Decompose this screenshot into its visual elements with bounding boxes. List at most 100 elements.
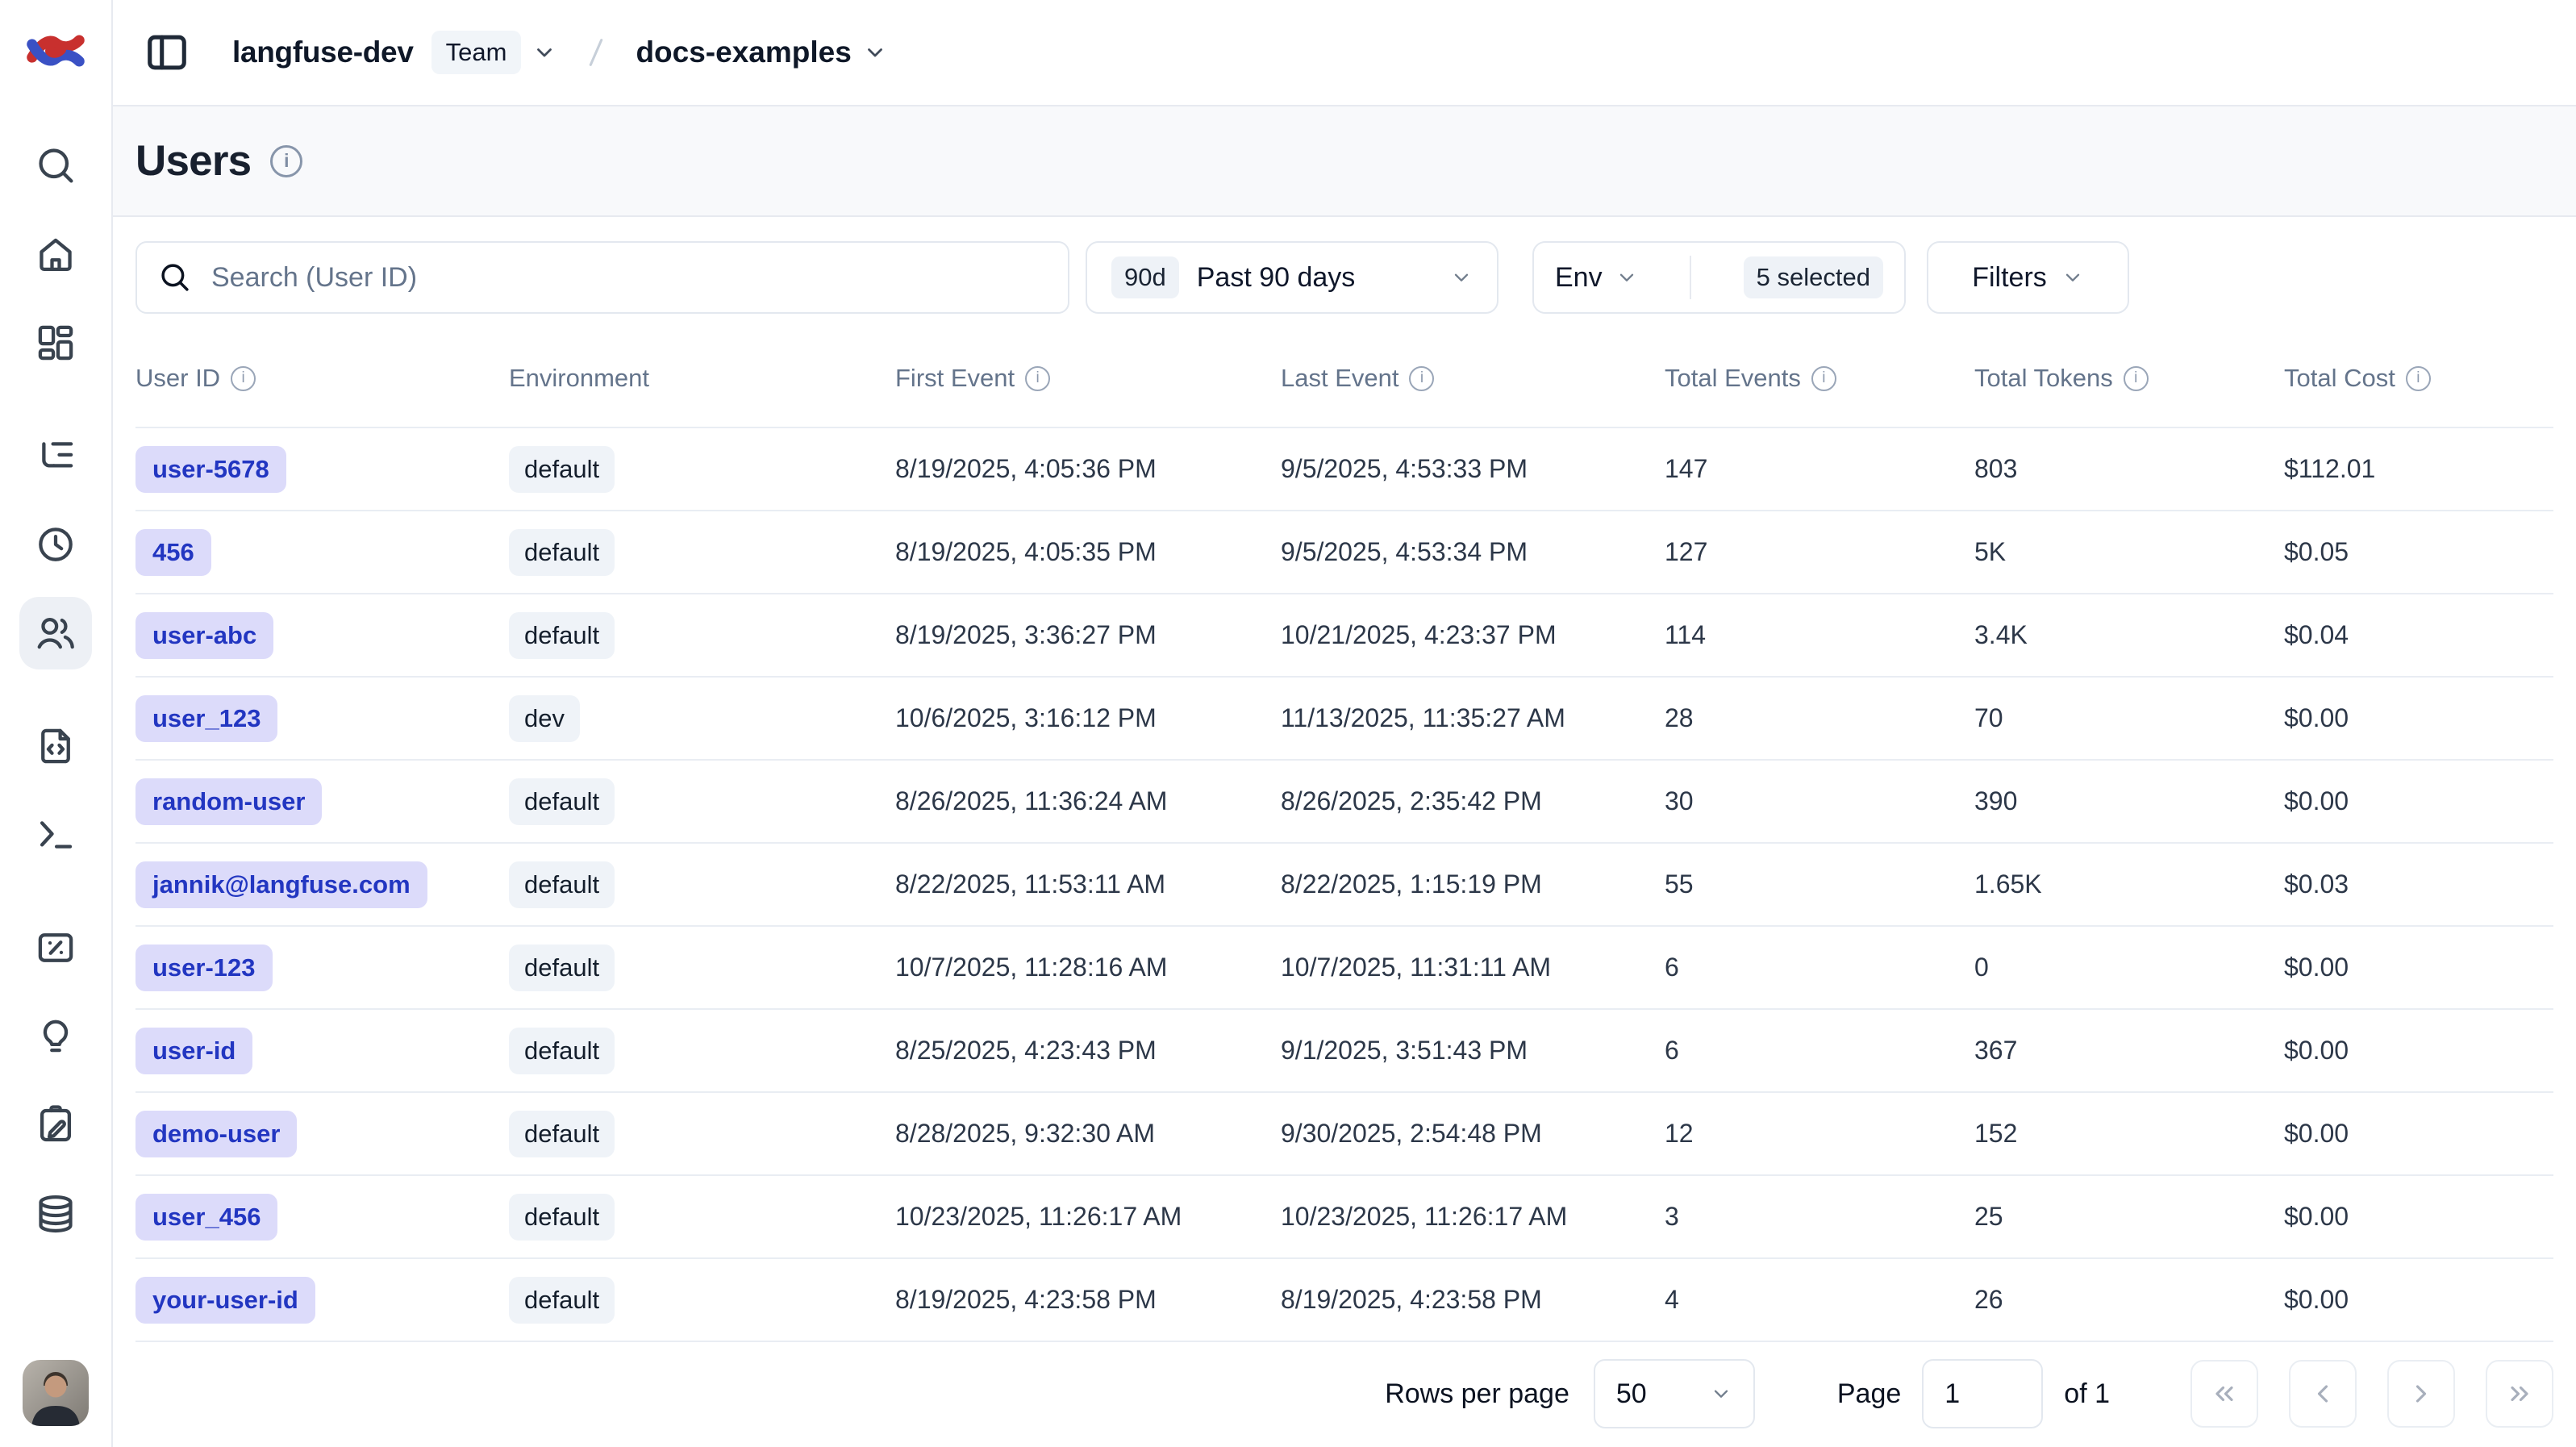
toolbar: 90d Past 90 days Env 5 selected Filters [113,217,2576,314]
previous-page-button[interactable] [2289,1360,2357,1428]
total-cost-cell: $0.00 [2284,953,2553,982]
users-icon [34,611,77,655]
user-id-link[interactable]: user-5678 [135,446,286,493]
date-range-button[interactable]: 90d Past 90 days [1086,241,1498,314]
rows-per-page-value: 50 [1616,1378,1647,1410]
next-page-button[interactable] [2387,1360,2455,1428]
first-event-cell: 8/19/2025, 4:05:35 PM [895,537,1281,567]
search-box[interactable] [135,241,1069,314]
sidebar-item-tracing[interactable] [19,419,92,492]
sidebar-item-dashboards[interactable] [19,306,92,379]
chevron-down-icon [863,40,887,65]
sidebar-item-home[interactable] [19,218,92,290]
last-page-button[interactable] [2486,1360,2553,1428]
sidebar-item-evaluation[interactable] [19,1000,92,1073]
sidebar-item-annotation[interactable] [19,1089,92,1161]
user-id-link[interactable]: user_123 [135,695,277,742]
total-events-cell: 12 [1665,1119,1974,1149]
table-row[interactable]: user_123 dev 10/6/2025, 3:16:12 PM 11/13… [135,678,2553,761]
user-id-link[interactable]: jannik@langfuse.com [135,861,427,908]
sidebar-toggle-button[interactable] [144,29,190,76]
table-row[interactable]: demo-user default 8/28/2025, 9:32:30 AM … [135,1093,2553,1176]
chevrons-right-icon [2505,1379,2534,1408]
search-icon [158,261,192,294]
sidebar-item-prompts[interactable] [19,710,92,782]
user-id-link[interactable]: user-id [135,1028,252,1074]
environment-badge: default [509,1028,615,1074]
chevron-down-icon [2061,266,2084,289]
table-row[interactable]: user_456 default 10/23/2025, 11:26:17 AM… [135,1176,2553,1259]
first-event-cell: 10/23/2025, 11:26:17 AM [895,1202,1281,1232]
total-events-cell: 3 [1665,1202,1974,1232]
project-switcher-button[interactable] [863,40,887,65]
search-input[interactable] [210,261,1047,294]
info-icon[interactable]: i [1811,366,1836,391]
column-header-environment[interactable]: Environment [509,364,895,393]
table-row[interactable]: 456 default 8/19/2025, 4:05:35 PM 9/5/20… [135,511,2553,594]
users-table: User IDi Environment First Eventi Last E… [113,330,2576,1342]
environment-filter-button[interactable]: Env 5 selected [1532,241,1906,314]
table-row[interactable]: user-id default 8/25/2025, 4:23:43 PM 9/… [135,1010,2553,1093]
total-tokens-cell: 367 [1974,1036,2284,1065]
datasets-database-icon [34,1192,77,1236]
breadcrumb-org-name[interactable]: langfuse-dev [232,35,414,69]
table-row[interactable]: your-user-id default 8/19/2025, 4:23:58 … [135,1259,2553,1342]
first-event-cell: 10/6/2025, 3:16:12 PM [895,703,1281,733]
column-header-total-tokens[interactable]: Total Tokensi [1974,364,2284,393]
user-id-link[interactable]: random-user [135,778,322,825]
sidebar-item-playground[interactable] [19,799,92,871]
page-header: Users i [113,106,2576,217]
chevron-down-icon [1615,266,1638,289]
first-page-button[interactable] [2190,1360,2258,1428]
user-id-link[interactable]: your-user-id [135,1277,315,1324]
last-event-cell: 9/30/2025, 2:54:48 PM [1281,1119,1665,1149]
environment-badge: default [509,945,615,991]
sidebar-item-scores[interactable] [19,911,92,984]
pagination-controls [2190,1360,2553,1428]
table-row[interactable]: jannik@langfuse.com default 8/22/2025, 1… [135,844,2553,927]
sidebar-item-search[interactable] [19,129,92,202]
langfuse-logo[interactable] [24,19,87,82]
table-row[interactable]: user-123 default 10/7/2025, 11:28:16 AM … [135,927,2553,1010]
column-header-user-id[interactable]: User IDi [135,364,509,393]
column-header-first-event[interactable]: First Eventi [895,364,1281,393]
home-icon [34,232,77,276]
environment-badge: dev [509,695,580,742]
dashboard-icon [34,321,77,365]
column-header-total-events[interactable]: Total Eventsi [1665,364,1974,393]
sidebar-item-sessions[interactable] [19,508,92,581]
table-row[interactable]: user-abc default 8/19/2025, 3:36:27 PM 1… [135,594,2553,678]
org-type-badge: Team [431,31,522,74]
rows-per-page-select[interactable]: 50 [1594,1359,1755,1428]
total-tokens-cell: 5K [1974,537,2284,567]
org-switcher-button[interactable] [532,40,556,65]
column-header-total-cost[interactable]: Total Costi [2284,364,2553,393]
table-row[interactable]: random-user default 8/26/2025, 11:36:24 … [135,761,2553,844]
user-id-link[interactable]: demo-user [135,1111,297,1157]
user-id-link[interactable]: 456 [135,529,211,576]
user-id-link[interactable]: user_456 [135,1194,277,1241]
info-icon[interactable]: i [1025,366,1050,391]
total-events-cell: 28 [1665,703,1974,733]
page-title-info-icon[interactable]: i [270,145,302,177]
info-icon[interactable]: i [2124,366,2149,391]
sidebar-item-datasets[interactable] [19,1178,92,1250]
breadcrumb-project-name[interactable]: docs-examples [636,35,851,69]
user-avatar[interactable] [23,1360,89,1426]
panel-left-icon [144,29,190,76]
total-cost-cell: $112.01 [2284,454,2553,484]
info-icon[interactable]: i [2406,366,2431,391]
column-header-last-event[interactable]: Last Eventi [1281,364,1665,393]
total-tokens-cell: 26 [1974,1285,2284,1315]
info-icon[interactable]: i [231,366,256,391]
user-id-link[interactable]: user-abc [135,612,273,659]
user-id-link[interactable]: user-123 [135,945,273,991]
last-event-cell: 11/13/2025, 11:35:27 AM [1281,703,1665,733]
page-number-input[interactable] [1922,1359,2043,1428]
sessions-clock-icon [34,523,77,566]
info-icon[interactable]: i [1409,366,1434,391]
filters-button[interactable]: Filters [1927,241,2129,314]
breadcrumb-separator-icon [577,34,615,71]
sidebar-item-users[interactable] [19,597,92,669]
table-row[interactable]: user-5678 default 8/19/2025, 4:05:36 PM … [135,428,2553,511]
